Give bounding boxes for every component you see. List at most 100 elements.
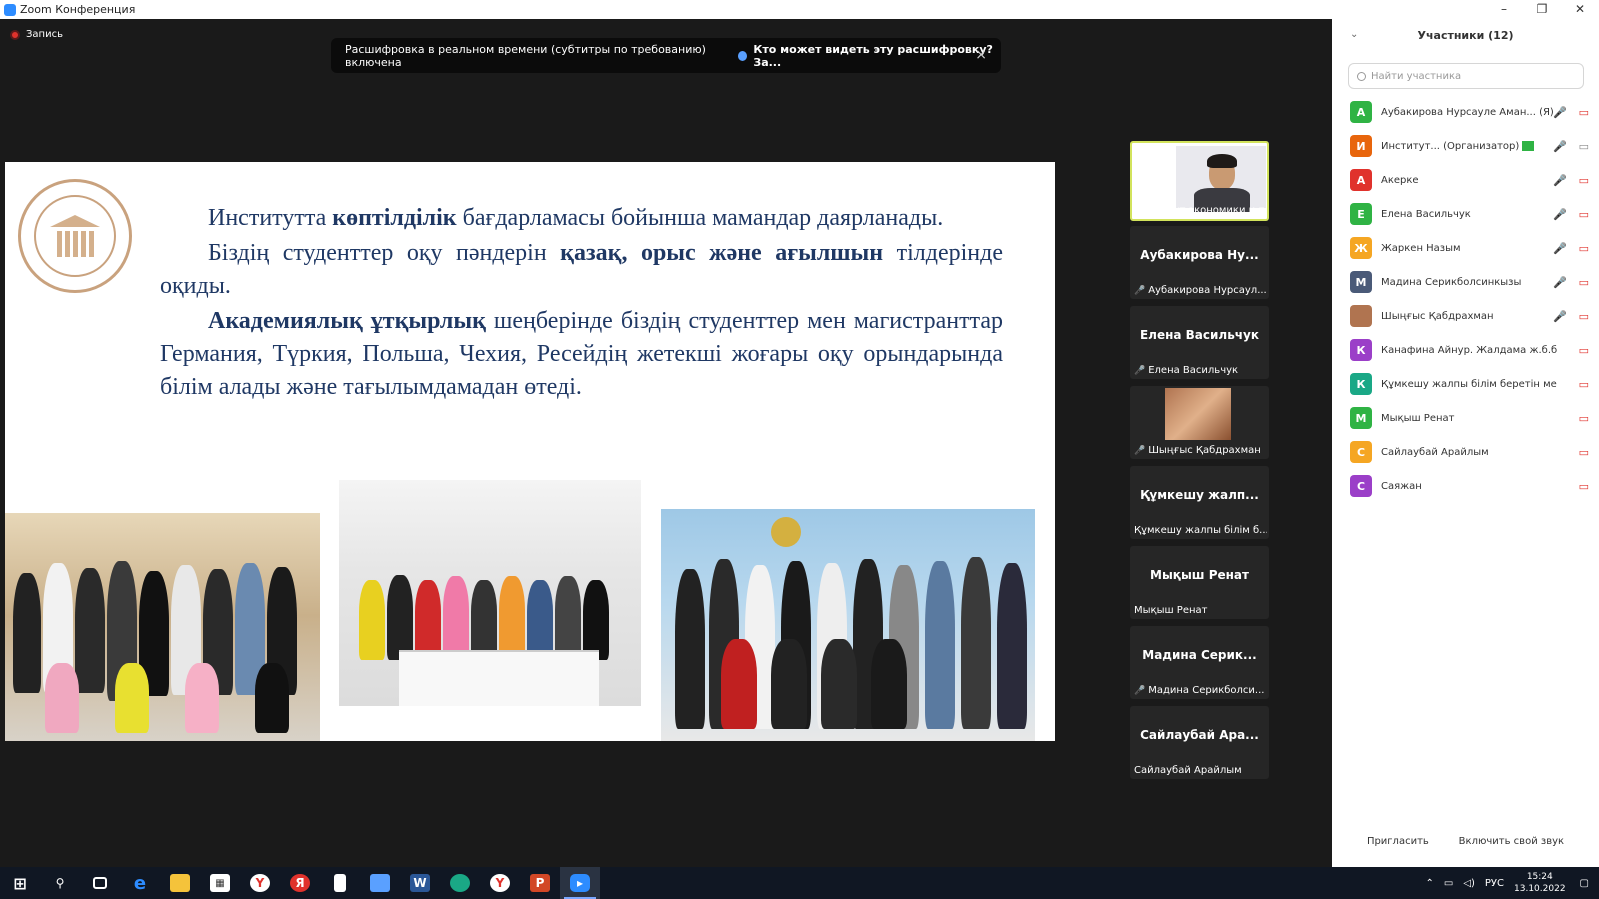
slide-body: Институтта көптілділік бағдарламасы бойы… [160,202,1003,406]
recording-indicator[interactable]: Запись [10,29,63,40]
minimize-icon[interactable]: – [1485,0,1523,19]
mic-muted-icon[interactable]: 🎤 [1553,106,1567,119]
video-off-icon[interactable]: ▭ [1579,480,1589,493]
volume-icon[interactable]: ◁) [1463,878,1475,889]
participant-row[interactable]: К Канафина Айнур. Жалдама ж.б.б. м... ▭ [1332,333,1599,367]
profile-picture [1165,388,1231,440]
yandex-icon[interactable]: Я [280,867,320,899]
network-icon[interactable]: ▭ [1444,878,1453,889]
video-off-icon[interactable]: ▭ [1579,378,1589,391]
yandex-browser-icon-2[interactable]: Y [480,867,520,899]
mic-icon[interactable]: 🎤 [1553,140,1567,153]
participant-row[interactable]: А Аубакирова Нурсауле Аман... (Я) 🎤 ▭ [1332,95,1599,129]
mic-muted-icon[interactable]: 🎤 [1553,242,1567,255]
participant-row[interactable]: Е Елена Васильчук 🎤 ▭ [1332,197,1599,231]
search-icon[interactable]: ⚲ [40,867,80,899]
video-thumbnail[interactable]: Құмкешу жалп... Құмкешу жалпы білім б... [1130,466,1269,539]
document-icon[interactable] [320,867,360,899]
participant-name: Акерке [1381,174,1419,186]
institute-logo [18,179,132,293]
mic-muted-icon[interactable]: 🎤 [1553,174,1567,187]
participant-search-input[interactable]: Найти участника [1348,63,1584,89]
tray-chevron-icon[interactable]: ⌃ [1425,878,1433,889]
invite-button[interactable]: Пригласить [1367,836,1429,847]
participant-name: Елена Васильчук [1381,208,1471,220]
video-off-icon[interactable]: ▭ [1579,344,1589,357]
participant-row[interactable]: С Саяжан ▭ [1332,469,1599,503]
video-thumbnail[interactable]: Сайлаубай Ара... Сайлаубай Арайлым [1130,706,1269,779]
yandex-browser-icon[interactable]: Y [240,867,280,899]
video-off-icon[interactable]: ▭ [1579,276,1589,289]
task-view-icon[interactable] [80,867,120,899]
participant-row[interactable]: С Сайлаубай Арайлым ▭ [1332,435,1599,469]
mic-muted-icon[interactable]: 🎤 [1553,208,1567,221]
app-icon[interactable] [360,867,400,899]
participant-row[interactable]: Шыңғыс Қабдрахман 🎤 ▭ [1332,299,1599,333]
camera-feed [1176,146,1266,212]
unmute-self-button[interactable]: Включить свой звук [1459,836,1564,847]
participant-name: Құмкешу жалпы білім беретін мект... [1381,378,1557,390]
transcription-text: Расшифровка в реальном времени (субтитры… [345,42,706,69]
word-icon[interactable]: W [400,867,440,899]
participant-row[interactable]: К Құмкешу жалпы білім беретін мект... ▭ [1332,367,1599,401]
slide-photo-group-lobby [5,513,320,741]
file-explorer-icon[interactable] [160,867,200,899]
windows-start-icon[interactable]: ⊞ [0,867,40,899]
thumbnail-label: Құмкешу жалпы білім б... [1134,525,1267,536]
edge-icon[interactable] [440,867,480,899]
video-off-icon[interactable]: ▭ [1579,446,1589,459]
window-titlebar: Zoom Конференция – ❐ ✕ [0,0,1599,19]
notifications-icon[interactable]: ▢ [1580,878,1589,889]
participants-panel: ⌄ Участники (12) Найти участника А Аубаки… [1332,19,1599,867]
window-controls: – ❐ ✕ [1485,0,1599,19]
video-off-icon[interactable]: ▭ [1579,208,1589,221]
participant-row[interactable]: Ж Жаркен Назым 🎤 ▭ [1332,231,1599,265]
video-thumbnail[interactable]: Аубакирова Ну... 🎤 Аубакирова Нурсаул... [1130,226,1269,299]
participant-row[interactable]: М Мадина Серикболсинкызы 🎤 ▭ [1332,265,1599,299]
video-thumbnail[interactable]: Мықыш Ренат Мықыш Ренат [1130,546,1269,619]
participants-footer: Пригласить Включить свой звук [1332,836,1599,847]
close-window-icon[interactable]: ✕ [1561,0,1599,19]
language-indicator[interactable]: РУС [1485,878,1504,889]
video-off-icon[interactable]: ▭ [1579,174,1589,187]
zoom-app-icon [4,3,16,16]
video-thumbnail[interactable]: 🎤 Шыңғыс Қабдрахман [1130,386,1269,459]
video-icon[interactable]: ▭ [1579,140,1589,153]
slide-paragraph-2: Біздің студенттер оқу пәндерін қазақ, ор… [160,240,1003,299]
thumbnail-name: Аубакирова Ну... [1140,248,1259,262]
thumbnail-label: Институт экономики и п... [1136,205,1265,216]
mic-muted-icon[interactable]: 🎤 [1553,276,1567,289]
transcription-viewers-link[interactable]: Кто может видеть эту расшифровку? За... [738,43,1001,69]
banner-close-button[interactable]: × [975,47,987,63]
video-off-icon[interactable]: ▭ [1579,242,1589,255]
video-off-icon[interactable]: ▭ [1579,310,1589,323]
participant-row[interactable]: И Институт... (Организатор) 🎤 ▭ [1332,129,1599,163]
participant-row[interactable]: М Мықыш Ренат ▭ [1332,401,1599,435]
video-thumbnail[interactable]: Елена Васильчук 🎤 Елена Васильчук [1130,306,1269,379]
video-off-icon[interactable]: ▭ [1579,106,1589,119]
video-off-icon[interactable]: ▭ [1579,412,1589,425]
zoom-taskbar-icon[interactable]: ▸ [560,867,600,899]
avatar: И [1350,135,1372,157]
avatar: А [1350,169,1372,191]
restore-icon[interactable]: ❐ [1523,0,1561,19]
clock[interactable]: 15:24 13.10.2022 [1514,871,1566,895]
participant-name: Жаркен Назым [1381,242,1461,254]
participant-name: Аубакирова Нурсауле Аман... (Я) [1381,106,1554,118]
search-placeholder: Найти участника [1371,70,1462,82]
participant-name: Шыңғыс Қабдрахман [1381,310,1494,322]
video-thumbnail[interactable]: Мадина Серик... 🎤 Мадина Серикболси... [1130,626,1269,699]
store-icon[interactable]: ▦ [200,867,240,899]
powerpoint-icon[interactable]: P [520,867,560,899]
thumbnail-name: Құмкешу жалп... [1140,488,1259,502]
mic-muted-icon[interactable]: 🎤 [1553,310,1567,323]
video-thumbnail-active-speaker[interactable]: Институт экономики и п... [1130,141,1269,221]
participant-name: Сайлаубай Арайлым [1381,446,1489,458]
thumbnail-name: Мадина Серик... [1142,648,1257,662]
participant-row[interactable]: А Акерке 🎤 ▭ [1332,163,1599,197]
slide-photo-certificates [661,509,1035,741]
ie-browser-icon[interactable]: e [120,867,160,899]
clock-time: 15:24 [1526,872,1553,882]
slide-photo-group-room [339,480,641,706]
thumbnail-label: Сайлаубай Арайлым [1134,765,1242,776]
